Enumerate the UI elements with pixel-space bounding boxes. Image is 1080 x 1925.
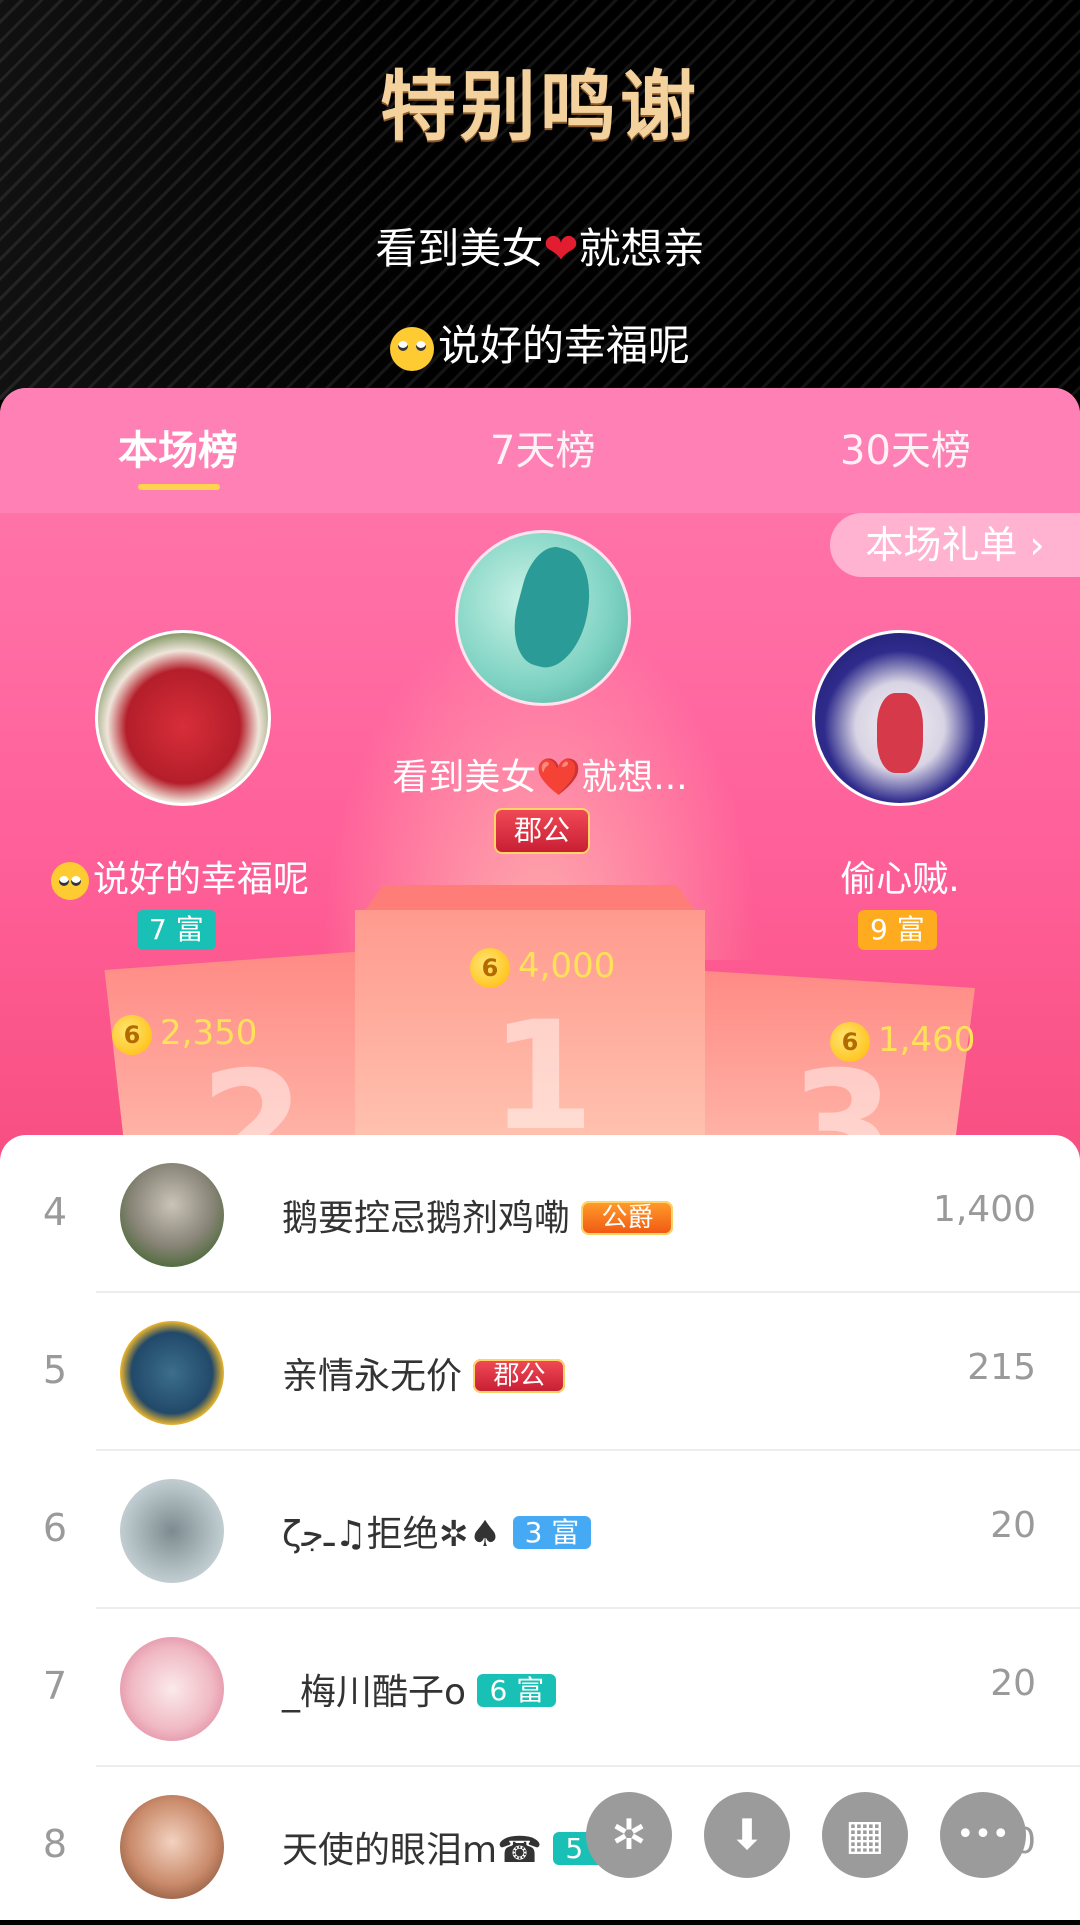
heart-icon: ❤ [543,224,579,273]
user-name-text: 天使的眼泪m☎ [282,1830,542,1871]
first-place-score-value: 4,000 [518,946,616,986]
user-name: 天使的眼泪m☎ 5 富 [282,1821,633,1873]
avatar[interactable] [120,1795,224,1899]
list-item[interactable]: 7 _梅川酷子o 6 富 20 [0,1609,1080,1767]
eye-roll-emoji-icon [50,862,89,900]
third-place-score: 6 1,460 [830,1020,975,1062]
tab-indicator [138,484,220,490]
rank-number: 5 [42,1348,68,1392]
user-name: _梅川酷子o 6 富 [282,1663,557,1715]
thanks-line-1-suffix: 就想亲 [578,224,705,273]
download-icon[interactable]: ⬇ [704,1792,790,1878]
second-place-name-text: 说好的幸福呢 [92,859,309,900]
more-icon[interactable]: ••• [940,1792,1026,1878]
second-place-score-value: 2,350 [160,1013,258,1053]
list-item[interactable]: 8 天使的眼泪m☎ 5 富 20 [0,1767,1080,1925]
rank-number: 6 [42,1506,68,1550]
user-name: 鹅要控忌鹅剂鸡嘞 公爵 [282,1189,674,1243]
coin-icon: 6 [470,947,510,988]
tab-bar: 本场榜 7天榜 30天榜 [0,388,1080,513]
second-place-wealth-badge: 7 富 [137,910,216,950]
list-item[interactable]: 4 鹅要控忌鹅剂鸡嘞 公爵 1,400 [0,1135,1080,1293]
user-name-text: 亲情永无价 [282,1356,463,1397]
thanks-line-1: 看到美女❤就想亲 [0,215,1080,276]
second-place-name: 说好的幸福呢 [50,850,310,902]
ranking-list: 4 鹅要控忌鹅剂鸡嘞 公爵 1,400 5 亲情永无价 郡公 215 6 ζـﺟ… [0,1135,1080,1920]
contribution-value: 215 [967,1347,1036,1388]
third-place-avatar[interactable] [812,630,988,806]
list-item[interactable]: 5 亲情永无价 郡公 215 [0,1293,1080,1451]
avatar[interactable] [120,1479,224,1583]
gift-list-button[interactable]: 本场礼单 › [830,513,1080,577]
rank-number: 8 [42,1822,68,1866]
rank-title-badge: 郡公 [473,1359,566,1393]
wealth-badge: 6 富 [477,1674,557,1707]
thanks-line-2-text: 说好的幸福呢 [437,321,690,370]
second-place-score: 6 2,350 [112,1013,257,1055]
avatar[interactable] [120,1637,224,1741]
avatar[interactable] [120,1163,224,1267]
rank-title-badge: 公爵 [581,1201,674,1235]
thanks-line-2: 说好的幸福呢 [0,312,1080,373]
user-name: ζـﺟ♫拒绝✲♠ 3 富 [282,1505,592,1557]
user-name-text: 鹅要控忌鹅剂鸡嘞 [282,1198,571,1239]
first-place-avatar[interactable] [455,530,631,706]
contribution-value: 20 [990,1663,1036,1704]
rank-number: 4 [42,1190,68,1234]
user-name-text: ζـﺟ♫拒绝✲♠ [282,1514,502,1555]
first-place-title-badge: 郡公 [494,808,591,854]
tab-7-days[interactable]: 7天榜 [490,418,595,476]
contribution-value: 1,400 [932,1189,1036,1230]
tab-current[interactable]: 本场榜 [118,418,238,476]
coin-icon: 6 [112,1014,152,1055]
rank-number: 7 [42,1664,68,1708]
eye-roll-emoji-icon [389,326,434,371]
avatar[interactable] [120,1321,224,1425]
thanks-title: 特别鸣谢 [380,62,700,151]
third-place-wealth-badge: 9 富 [858,910,937,950]
third-place-name: 偷心贼. [840,859,960,900]
user-name: 亲情永无价 郡公 [282,1347,566,1401]
tab-30-days[interactable]: 30天榜 [840,418,971,476]
wealth-badge: 3 富 [512,1516,592,1549]
thanks-banner: 特别鸣谢 看到美女❤就想亲 说好的幸福呢 [0,0,1080,400]
first-place-score: 6 4,000 [470,946,615,988]
contribution-value: 20 [990,1505,1036,1546]
grid-icon[interactable]: ▦ [822,1792,908,1878]
list-item[interactable]: 6 ζـﺟ♫拒绝✲♠ 3 富 20 [0,1451,1080,1609]
first-place-name: 看到美女❤️就想... [392,757,688,798]
pinwheel-icon[interactable]: ✲ [586,1792,672,1878]
third-place-score-value: 1,460 [878,1020,976,1060]
coin-icon: 6 [830,1021,870,1062]
thanks-line-1-text: 看到美女 [375,224,544,273]
user-name-text: _梅川酷子o [282,1672,467,1713]
second-place-avatar[interactable] [95,630,271,806]
